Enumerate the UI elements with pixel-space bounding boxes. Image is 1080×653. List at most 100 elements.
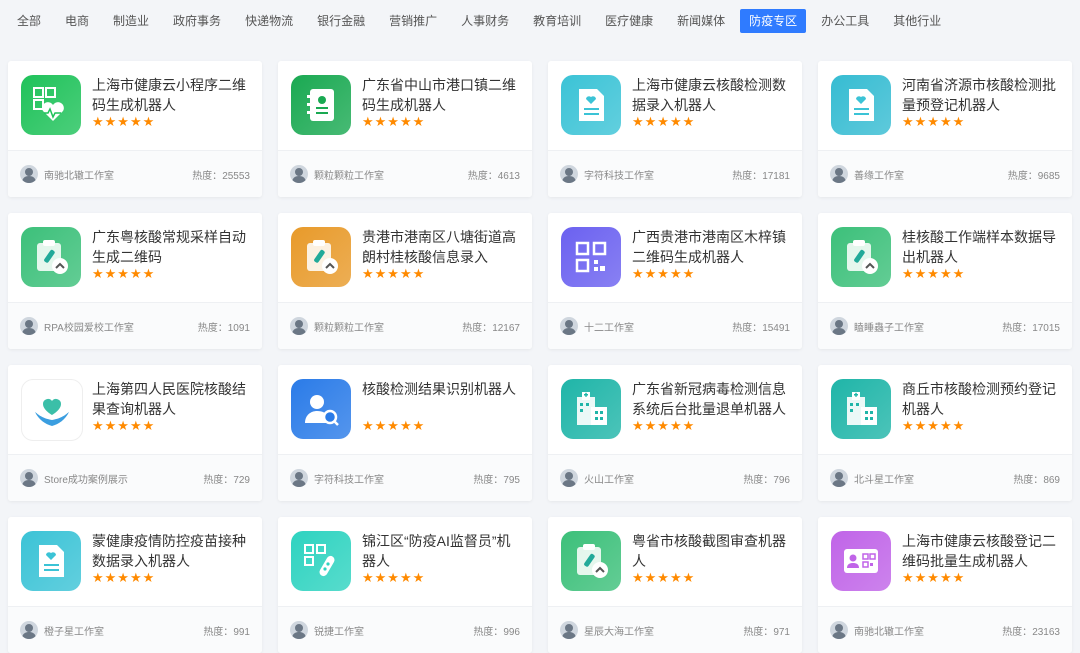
tab-2[interactable]: 制造业	[104, 9, 158, 33]
heat-value: 971	[773, 626, 790, 638]
robot-card[interactable]: 河南省济源市核酸检测批量预登记机器人 ★★★★★ 善缘工作室 热度：9685	[818, 61, 1072, 197]
tab-1[interactable]: 电商	[56, 9, 98, 33]
card-title[interactable]: 蒙健康疫情防控疫苗接种数据录入机器人	[92, 531, 250, 571]
card-footer: 字符科技工作室 热度：17181	[548, 150, 802, 197]
heat-label: 热度：	[732, 322, 763, 334]
avatar	[20, 621, 38, 639]
robot-card[interactable]: 广东省新冠病毒检测信息系统后台批量退单机器人 ★★★★★ 火山工作室 热度：79…	[548, 365, 802, 501]
card-footer: RPA校园爱校工作室 热度：1091	[8, 302, 262, 349]
robot-card[interactable]: 蒙健康疫情防控疫苗接种数据录入机器人 ★★★★★ 橙子星工作室 热度：991	[8, 517, 262, 653]
avatar	[290, 621, 308, 639]
card-title[interactable]: 锦江区“防疫AI监督员”机器人	[362, 531, 520, 571]
hands-heart-icon	[21, 379, 83, 441]
card-header: 蒙健康疫情防控疫苗接种数据录入机器人 ★★★★★	[8, 517, 262, 605]
heat-label: 热度：	[462, 322, 493, 334]
card-title[interactable]: 广东粤核酸常规采样自动生成二维码	[92, 227, 250, 267]
category-tabs: 全部 电商 制造业 政府事务 快递物流 银行金融 营销推广 人事财务 教育培训 医疗健康 新闻媒体防…	[0, 8, 1080, 34]
robot-card[interactable]: 广东省中山市港口镇二维码生成机器人 ★★★★★ 颗粒颗粒工作室 热度：4613	[278, 61, 532, 197]
tab-0[interactable]: 全部	[8, 9, 50, 33]
rating-stars: ★★★★★	[92, 266, 156, 281]
card-title[interactable]: 广东省新冠病毒检测信息系统后台批量退单机器人	[632, 379, 790, 419]
author-name[interactable]: 颗粒颗粒工作室	[314, 319, 462, 334]
robot-card[interactable]: 粤省市核酸截图审查机器人 ★★★★★ 星辰大海工作室 热度：971	[548, 517, 802, 653]
heat-count: 热度：17181	[732, 167, 790, 182]
robot-card[interactable]: 贵港市港南区八塘街道高朗村桂核酸信息录入 ★★★★★ 颗粒颗粒工作室 热度：12…	[278, 213, 532, 349]
card-footer: 字符科技工作室 热度：795	[278, 454, 532, 501]
card-title[interactable]: 粤省市核酸截图审查机器人	[632, 531, 790, 571]
tab-13[interactable]: 其他行业	[884, 9, 950, 33]
heat-count: 热度：15491	[732, 319, 790, 334]
card-header: 粤省市核酸截图审查机器人 ★★★★★	[548, 517, 802, 605]
card-title[interactable]: 商丘市核酸检测预约登记机器人	[902, 379, 1060, 419]
avatar	[560, 165, 578, 183]
card-title[interactable]: 桂核酸工作端样本数据导出机器人	[902, 227, 1060, 267]
author-name[interactable]: 南驰北辙工作室	[854, 623, 1002, 638]
tab-7[interactable]: 人事财务	[452, 9, 518, 33]
hospital-icon	[561, 379, 621, 439]
card-title[interactable]: 河南省济源市核酸检测批量预登记机器人	[902, 75, 1060, 115]
author-name[interactable]: 字符科技工作室	[314, 471, 473, 486]
card-title[interactable]: 广东省中山市港口镇二维码生成机器人	[362, 75, 520, 115]
author-name[interactable]: 善缘工作室	[854, 167, 1008, 182]
card-header: 锦江区“防疫AI监督员”机器人 ★★★★★	[278, 517, 532, 605]
tab-6[interactable]: 营销推广	[380, 9, 446, 33]
author-name[interactable]: 锐捷工作室	[314, 623, 473, 638]
author-name[interactable]: RPA校园爱校工作室	[44, 319, 198, 334]
card-title[interactable]: 上海市健康云小程序二维码生成机器人	[92, 75, 250, 115]
heat-label: 热度：	[1002, 626, 1033, 638]
card-title[interactable]: 上海市健康云核酸登记二维码批量生成机器人	[902, 531, 1060, 571]
robot-card[interactable]: 上海市健康云小程序二维码生成机器人 ★★★★★ 南驰北辙工作室 热度：25553	[8, 61, 262, 197]
robot-card[interactable]: 锦江区“防疫AI监督员”机器人 ★★★★★ 锐捷工作室 热度：996	[278, 517, 532, 653]
heat-label: 热度：	[473, 474, 504, 486]
card-title[interactable]: 上海市健康云核酸检测数据录入机器人	[632, 75, 790, 115]
card-footer: 火山工作室 热度：796	[548, 454, 802, 501]
qr-code-icon	[561, 227, 621, 287]
tab-10[interactable]: 新闻媒体	[668, 9, 734, 33]
tab-4[interactable]: 快递物流	[236, 9, 302, 33]
author-name[interactable]: 南驰北辙工作室	[44, 167, 192, 182]
author-name[interactable]: 火山工作室	[584, 471, 743, 486]
card-title[interactable]: 上海第四人民医院核酸结果查询机器人	[92, 379, 250, 419]
author-name[interactable]: 瞌睡蟲子工作室	[854, 319, 1002, 334]
robot-card[interactable]: 核酸检测结果识别机器人 ★★★★★ 字符科技工作室 热度：795	[278, 365, 532, 501]
card-footer: 十二工作室 热度：15491	[548, 302, 802, 349]
rating-stars: ★★★★★	[362, 418, 426, 433]
author-name[interactable]: 星辰大海工作室	[584, 623, 743, 638]
avatar	[290, 317, 308, 335]
medical-doc-icon	[831, 75, 891, 135]
tab-11[interactable]: 防疫专区	[740, 9, 807, 33]
tab-9[interactable]: 医疗健康	[596, 9, 662, 33]
card-header: 贵港市港南区八塘街道高朗村桂核酸信息录入 ★★★★★	[278, 213, 532, 301]
robot-card[interactable]: 上海市健康云核酸登记二维码批量生成机器人 ★★★★★ 南驰北辙工作室 热度：23…	[818, 517, 1072, 653]
robot-card[interactable]: 上海第四人民医院核酸结果查询机器人 ★★★★★ Store成功案例展示 热度：7…	[8, 365, 262, 501]
rating-stars: ★★★★★	[362, 114, 426, 129]
robot-card[interactable]: 桂核酸工作端样本数据导出机器人 ★★★★★ 瞌睡蟲子工作室 热度：17015	[818, 213, 1072, 349]
tab-5[interactable]: 银行金融	[308, 9, 374, 33]
avatar	[290, 165, 308, 183]
tab-12[interactable]: 办公工具	[812, 9, 878, 33]
robot-card[interactable]: 上海市健康云核酸检测数据录入机器人 ★★★★★ 字符科技工作室 热度：17181	[548, 61, 802, 197]
card-title[interactable]: 贵港市港南区八塘街道高朗村桂核酸信息录入	[362, 227, 520, 267]
author-name[interactable]: 橙子星工作室	[44, 623, 203, 638]
author-name[interactable]: Store成功案例展示	[44, 471, 203, 486]
rating-stars: ★★★★★	[92, 418, 156, 433]
card-header: 上海市健康云核酸登记二维码批量生成机器人 ★★★★★	[818, 517, 1072, 605]
author-name[interactable]: 十二工作室	[584, 319, 732, 334]
card-title[interactable]: 广西贵港市港南区木梓镇二维码生成机器人	[632, 227, 790, 267]
heat-label: 热度：	[192, 170, 223, 182]
card-footer: 善缘工作室 热度：9685	[818, 150, 1072, 197]
robot-card[interactable]: 广西贵港市港南区木梓镇二维码生成机器人 ★★★★★ 十二工作室 热度：15491	[548, 213, 802, 349]
heat-value: 796	[773, 474, 790, 486]
card-title[interactable]: 核酸检测结果识别机器人	[362, 379, 520, 399]
robot-card[interactable]: 商丘市核酸检测预约登记机器人 ★★★★★ 北斗星工作室 热度：869	[818, 365, 1072, 501]
avatar	[830, 621, 848, 639]
clipboard-test-tube-icon	[831, 227, 891, 287]
tab-8[interactable]: 教育培训	[524, 9, 590, 33]
author-name[interactable]: 字符科技工作室	[584, 167, 732, 182]
tab-3[interactable]: 政府事务	[164, 9, 230, 33]
robot-card[interactable]: 广东粤核酸常规采样自动生成二维码 ★★★★★ RPA校园爱校工作室 热度：109…	[8, 213, 262, 349]
author-name[interactable]: 北斗星工作室	[854, 471, 1013, 486]
avatar	[560, 317, 578, 335]
heat-value: 9685	[1037, 170, 1060, 182]
author-name[interactable]: 颗粒颗粒工作室	[314, 167, 468, 182]
